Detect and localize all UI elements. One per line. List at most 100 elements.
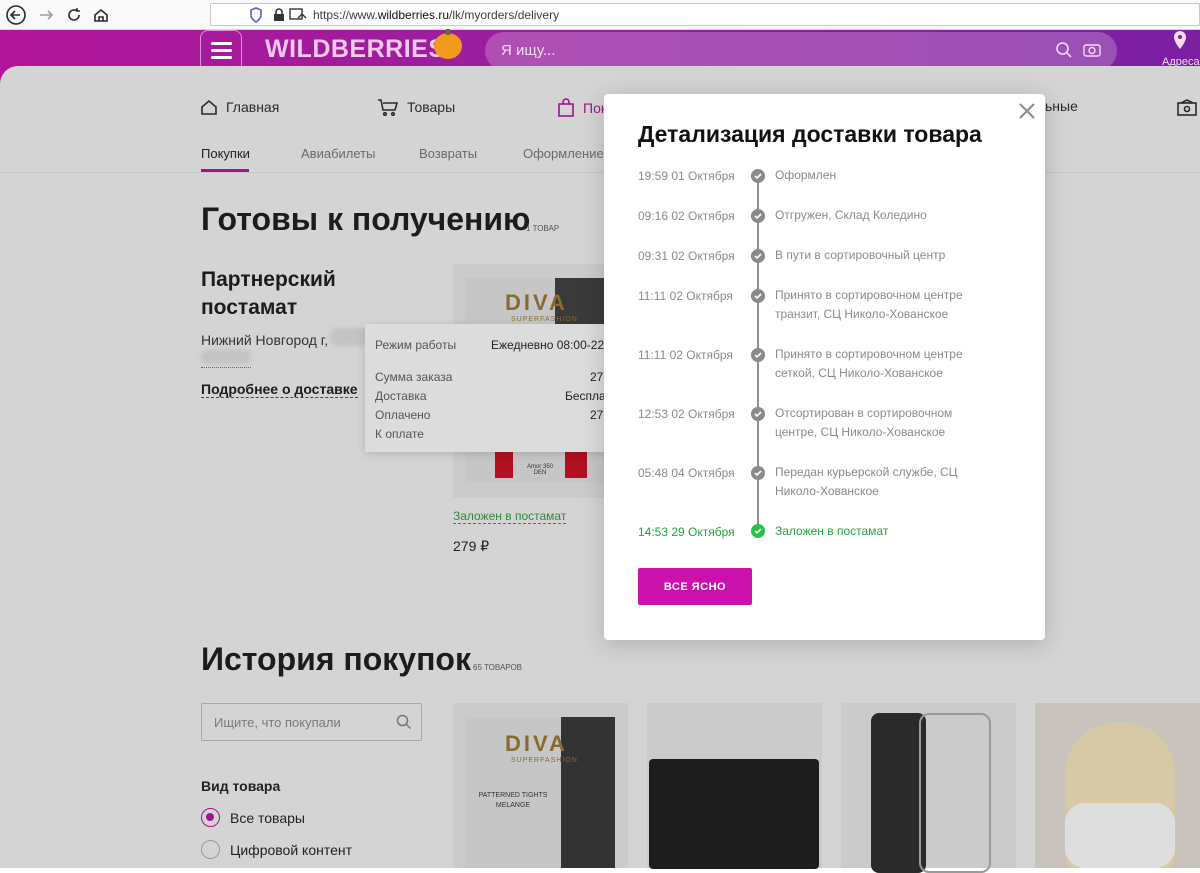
check-icon: [751, 289, 765, 303]
pickup-tooltip: Режим работы Ежедневно 08:00-22 Сумма за…: [365, 324, 611, 452]
burger-line: [211, 49, 232, 52]
timeline-event: Отгружен, Склад Коледино: [775, 208, 927, 222]
home-icon: [201, 99, 217, 115]
history-search-placeholder: Ищите, что покупали: [214, 715, 341, 730]
nav-home-label: Главная: [226, 99, 280, 115]
brand-subtitle: SUPERFASHION: [511, 316, 578, 323]
ready-count: 1 ТОВАР: [526, 224, 560, 233]
check-icon: [751, 348, 765, 362]
delivery-details-link[interactable]: Подробнее о доставке: [201, 381, 358, 398]
nav-favorites[interactable]: ьные: [1045, 98, 1078, 114]
camera-icon[interactable]: [1083, 42, 1101, 58]
timeline-event: Передан курьерской службе, СЦ Николо-Хов…: [775, 465, 958, 498]
nav-purchases[interactable]: Пок: [557, 98, 607, 118]
radio-digital-content[interactable]: [201, 840, 220, 859]
timeline-event: В пути в сортировочный центр: [775, 248, 946, 262]
browser-toolbar: https://www.wildberries.ru/lk/myorders/d…: [0, 0, 1200, 30]
forward-button[interactable]: [34, 3, 58, 27]
home-button[interactable]: [89, 3, 113, 27]
radio-label[interactable]: Цифровой контент: [230, 842, 352, 858]
history-product-card[interactable]: [1035, 703, 1200, 868]
product-image: [871, 713, 926, 873]
timeline-time: 19:59 01 Октября: [638, 169, 735, 183]
shoe-shape: [565, 448, 587, 478]
url-text: https://www.wildberries.ru/lk/myorders/d…: [313, 8, 560, 22]
check-icon: [751, 209, 765, 223]
arrow-right-icon: [40, 10, 54, 20]
back-button[interactable]: [4, 3, 28, 27]
search-input[interactable]: Я ищу...: [485, 32, 1117, 70]
order-status[interactable]: Заложен в постамат: [453, 509, 567, 524]
timeline-time: 11:11 02 Октября: [638, 348, 733, 362]
search-icon[interactable]: [1055, 41, 1073, 59]
mask-shape: [1065, 803, 1175, 868]
timeline-event: Отсортирован в сортировочном центре, СЦ …: [775, 406, 953, 439]
timeline-time: 05:48 04 Октября: [638, 466, 735, 480]
nav-home[interactable]: Главная: [200, 98, 279, 116]
pickup-point-title: Партнерский постамат: [201, 268, 336, 319]
blurred-address: [201, 350, 251, 364]
ok-button[interactable]: ВСЕ ЯСНО: [638, 568, 752, 605]
check-icon: [751, 169, 765, 183]
address-underline: [201, 367, 251, 368]
wallet-icon[interactable]: [1176, 98, 1198, 118]
brand-subtitle: SUPERFASHION: [511, 757, 578, 764]
location-pin-icon[interactable]: [1172, 30, 1188, 50]
search-placeholder: Я ищу...: [501, 42, 556, 59]
check-icon: [751, 524, 765, 538]
product-image: [649, 759, 819, 869]
timeline-event: Оформлен: [775, 168, 837, 182]
reload-button[interactable]: [62, 3, 86, 27]
timeline-event: Принято в сортировочном центре транзит, …: [775, 288, 963, 321]
brand-logo: DIVA: [505, 290, 568, 315]
check-icon: [751, 249, 765, 263]
history-search-input[interactable]: Ищите, что покупали: [201, 703, 422, 741]
close-icon[interactable]: [1016, 100, 1038, 122]
subtab-purchases[interactable]: Покупки: [201, 146, 250, 161]
active-tab-indicator: [201, 169, 249, 172]
product-image: DIVA SUPERFASHION PATTERNED TIGHTS MELAN…: [465, 717, 615, 868]
nav-products[interactable]: Товары: [377, 98, 455, 116]
pumpkin-icon: [434, 29, 462, 59]
timeline-time: 09:16 02 Октября: [638, 209, 735, 223]
tooltip-value: 27: [590, 370, 604, 384]
phone-case-shape: [919, 713, 991, 873]
reload-icon: [68, 8, 80, 21]
nav-products-label: Товары: [407, 99, 456, 115]
filter-title: Вид товара: [201, 778, 281, 794]
site-logo[interactable]: WILDBERRIES: [265, 35, 446, 64]
modal-title: Детализация доставки товара: [638, 121, 982, 147]
tooltip-value: Ежедневно 08:00-22: [491, 338, 605, 352]
tooltip-label: Режим работы: [375, 338, 457, 352]
blurred-address: [330, 328, 370, 346]
history-product-card[interactable]: DIVA SUPERFASHION PATTERNED TIGHTS MELAN…: [453, 703, 628, 868]
shopping-bag-icon: [558, 98, 574, 117]
subtab-returns[interactable]: Возвраты: [419, 146, 477, 161]
timeline-time: 09:31 02 Октября: [638, 249, 735, 263]
tooltip-label: Сумма заказа: [375, 370, 453, 384]
history-product-card[interactable]: [647, 703, 822, 869]
search-icon[interactable]: [396, 714, 412, 730]
shield-icon: [250, 7, 262, 23]
lock-icon: [274, 8, 284, 21]
subtab-checkout[interactable]: Оформление в: [523, 146, 614, 161]
history-product-card[interactable]: [841, 703, 1016, 873]
product-caption: Amor 350 DEN: [526, 464, 553, 476]
history-count: 65 ТОВАРОВ: [473, 663, 522, 672]
tooltip-label: Оплачено: [375, 408, 431, 422]
tooltip-label: К оплате: [375, 427, 424, 441]
radio-all-products[interactable]: [201, 808, 220, 827]
radio-label[interactable]: Все товары: [230, 810, 305, 826]
ready-title: Готовы к получению: [201, 201, 531, 237]
shoe-shape: [495, 448, 513, 478]
address-bar[interactable]: https://www.wildberries.ru/lk/myorders/d…: [210, 3, 1200, 26]
nav-favorites-label: ьные: [1045, 98, 1078, 114]
product-price: 279 ₽: [453, 538, 490, 554]
brand-logo: DIVA: [505, 731, 568, 756]
burger-line: [211, 42, 232, 45]
subtab-flights[interactable]: Авиабилеты: [301, 146, 375, 161]
timeline-event: Принято в сортировочном центре сеткой, С…: [775, 347, 963, 380]
pickup-address: Нижний Новгород г,: [201, 332, 329, 348]
cart-icon: [378, 99, 399, 116]
timeline-time: 11:11 02 Октября: [638, 289, 733, 303]
